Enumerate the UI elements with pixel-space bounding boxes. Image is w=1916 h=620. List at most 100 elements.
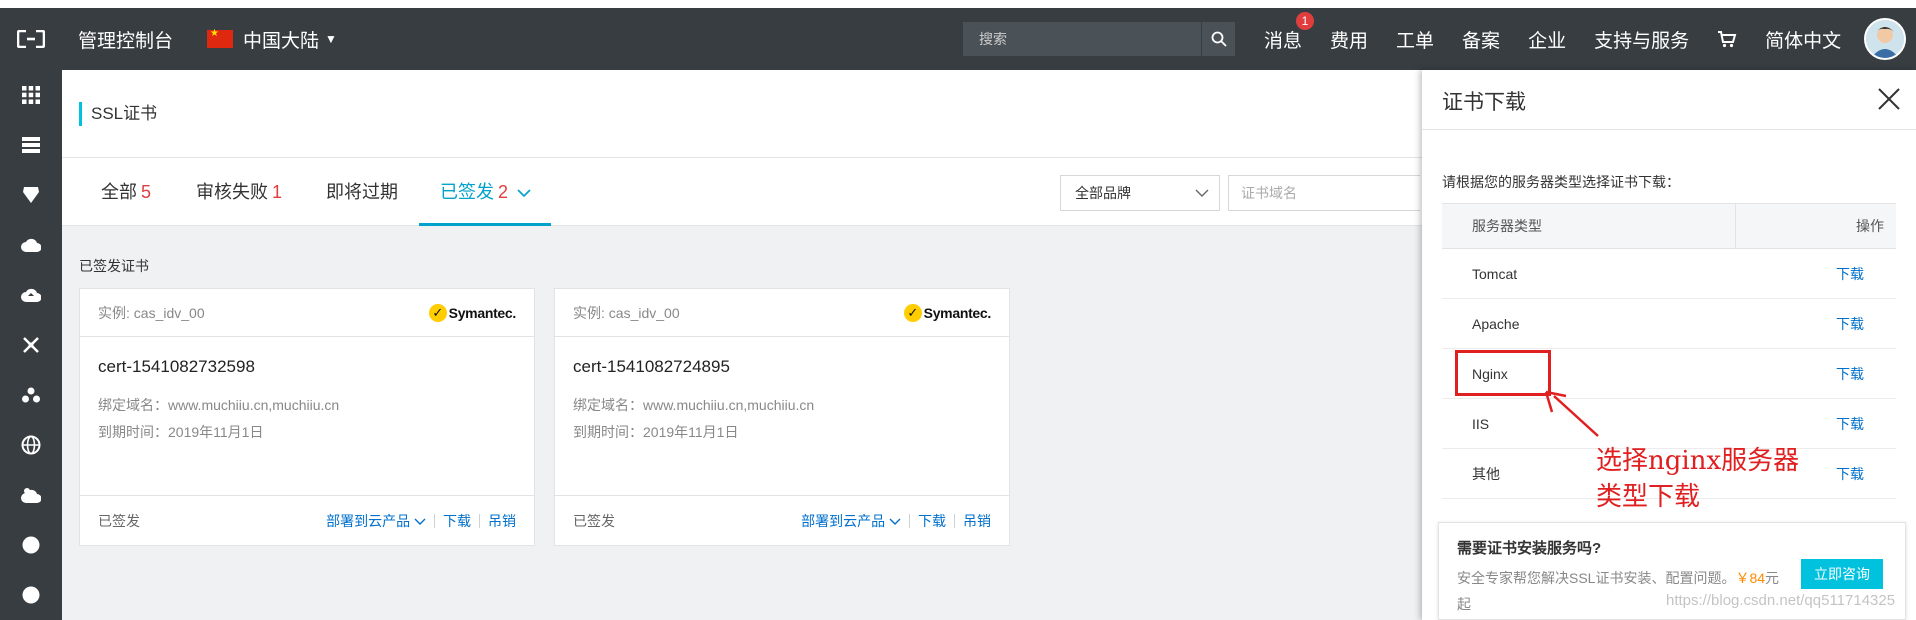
col-server-type: 服务器类型 <box>1442 204 1736 248</box>
nav-messages[interactable]: 消息 1 <box>1264 11 1314 53</box>
tab-review-failed-label: 审核失败 <box>196 182 268 202</box>
download-link[interactable]: 下载 <box>1736 364 1896 384</box>
page-title: SSL证书 <box>79 102 157 126</box>
search-icon[interactable] <box>1201 22 1235 56</box>
tab-issued[interactable]: 已签发 2 <box>419 158 551 226</box>
download-link[interactable]: 下载 <box>1736 264 1896 284</box>
circle-icon[interactable] <box>0 520 62 570</box>
nav-support[interactable]: 支持与服务 <box>1594 26 1689 53</box>
table-header: 服务器类型 操作 <box>1442 203 1896 249</box>
apps-grid-icon[interactable] <box>0 70 62 120</box>
caret-down-icon: ▼ <box>325 32 337 46</box>
issuer-name: Symantec. <box>923 304 992 321</box>
domain-search-input[interactable] <box>1229 176 1422 210</box>
nav-tickets[interactable]: 工单 <box>1396 26 1434 53</box>
tab-review-failed-count: 1 <box>272 182 283 202</box>
cert-card-footer: 已签发 部署到云产品 下载 吊销 <box>555 495 1009 545</box>
nav-language[interactable]: 简体中文 <box>1765 26 1841 53</box>
cert-instance: 实例: cas_idv_00 <box>573 304 680 321</box>
server-icon[interactable] <box>0 120 62 170</box>
nav-enterprise[interactable]: 企业 <box>1528 26 1566 53</box>
avatar[interactable] <box>1864 18 1906 60</box>
promo-desc-text: 安全专家帮您解决SSL证书安装、配置问题。 <box>1457 570 1736 586</box>
cert-card-header: 实例: cas_idv_00 ✓ Symantec. <box>555 289 1009 337</box>
tab-all[interactable]: 全部 5 <box>101 158 151 226</box>
region-selector[interactable]: 中国大陆 ▼ <box>207 26 337 53</box>
tab-expiring[interactable]: 即将过期 <box>326 158 398 226</box>
shield-icon[interactable] <box>0 170 62 220</box>
brand-filter-value: 全部品牌 <box>1075 185 1131 201</box>
panel-header: 证书下载 <box>1422 70 1916 130</box>
download-link[interactable]: 下载 <box>1736 414 1896 434</box>
top-nav: 消息 1 费用 工单 备案 企业 支持与服务 简体中文 <box>1264 8 1869 70</box>
top-navbar: 管理控制台 中国大陆 ▼ 消息 1 费用 工单 备案 企业 支持与服务 简体中文 <box>0 8 1916 70</box>
region-label: 中国大陆 <box>243 30 320 52</box>
annotation-arrow-icon <box>1544 390 1599 437</box>
divider <box>434 513 435 528</box>
deploy-link[interactable]: 部署到云产品 <box>801 511 901 531</box>
deploy-link[interactable]: 部署到云产品 <box>326 511 426 531</box>
cert-tabs: 全部 5 审核失败 1 即将过期 已签发 2 全部品牌 <box>62 158 1438 226</box>
cloud-upload-icon[interactable] <box>0 270 62 320</box>
cert-expiry: 到期时间：2019年11月1日 <box>573 424 739 440</box>
cloud-icon[interactable] <box>0 220 62 270</box>
download-link[interactable]: 下载 <box>443 511 471 531</box>
brand-filter-select[interactable]: 全部品牌 <box>1060 175 1220 211</box>
tab-all-count: 5 <box>141 182 152 202</box>
china-flag-icon <box>207 28 234 48</box>
revoke-link[interactable]: 吊销 <box>488 511 516 531</box>
cert-expiry: 到期时间：2019年11月1日 <box>98 424 264 440</box>
tab-review-failed[interactable]: 审核失败 1 <box>196 158 282 226</box>
cert-card: 实例: cas_idv_00 ✓ Symantec. cert-154108273… <box>79 288 535 546</box>
close-icon[interactable] <box>1876 86 1902 112</box>
cert-name: cert-1541082724895 <box>573 357 730 376</box>
tab-issued-label: 已签发 <box>440 182 494 202</box>
left-sidebar <box>0 70 62 620</box>
circle-icon-2[interactable] <box>0 570 62 620</box>
console-link[interactable]: 管理控制台 <box>78 26 173 53</box>
message-badge: 1 <box>1296 11 1314 30</box>
network-icon[interactable] <box>0 320 62 370</box>
divider <box>479 513 480 528</box>
cert-card: 实例: cas_idv_00 ✓ Symantec. cert-154108272… <box>554 288 1010 546</box>
consult-button[interactable]: 立即咨询 <box>1801 559 1883 589</box>
download-link[interactable]: 下载 <box>918 511 946 531</box>
nginx-highlight-box <box>1455 350 1551 396</box>
promo-desc: 安全专家帮您解决SSL证书安装、配置问题。￥84元起 <box>1457 565 1787 617</box>
aliyun-logo-icon[interactable] <box>0 8 62 70</box>
check-icon: ✓ <box>428 303 447 322</box>
cert-card-header: 实例: cas_idv_00 ✓ Symantec. <box>80 289 534 337</box>
symantec-logo: ✓ Symantec. <box>428 303 516 322</box>
table-row: Apache 下载 <box>1442 299 1896 349</box>
settings-cloud-icon[interactable] <box>0 470 62 520</box>
nav-filing[interactable]: 备案 <box>1462 26 1500 53</box>
global-search <box>963 22 1235 56</box>
download-link[interactable]: 下载 <box>1736 314 1896 334</box>
deploy-label: 部署到云产品 <box>801 512 886 529</box>
cart-icon[interactable] <box>1717 28 1737 50</box>
chevron-down-icon <box>517 189 531 198</box>
table-row: IIS 下载 <box>1442 399 1896 449</box>
cert-status: 已签发 <box>573 512 615 529</box>
nav-billing[interactable]: 费用 <box>1330 26 1368 53</box>
global-search-input[interactable] <box>963 22 1201 56</box>
symantec-logo: ✓ Symantec. <box>903 303 992 322</box>
cert-domain: 绑定域名：www.muchiiu.cn,muchiiu.cn <box>573 397 815 413</box>
server-type: Tomcat <box>1472 265 1518 282</box>
divider <box>909 513 910 528</box>
cert-card-footer: 已签发 部署到云产品 下载 吊销 <box>80 495 534 545</box>
check-icon: ✓ <box>903 303 922 322</box>
col-action: 操作 <box>1856 218 1884 234</box>
tab-all-label: 全部 <box>101 182 137 202</box>
cluster-icon[interactable] <box>0 370 62 420</box>
server-type: Apache <box>1472 315 1520 332</box>
panel-title: 证书下载 <box>1442 91 1526 114</box>
globe-icon[interactable] <box>0 420 62 470</box>
cert-status: 已签发 <box>98 512 140 529</box>
top-strip <box>0 0 1916 8</box>
panel-hint: 请根据您的服务器类型选择证书下载： <box>1442 174 1680 190</box>
promo-price: ￥84 <box>1735 570 1766 586</box>
deploy-label: 部署到云产品 <box>326 512 411 529</box>
revoke-link[interactable]: 吊销 <box>963 511 991 531</box>
annotation-text: 选择nginx服务器类型下载 <box>1596 446 1800 512</box>
